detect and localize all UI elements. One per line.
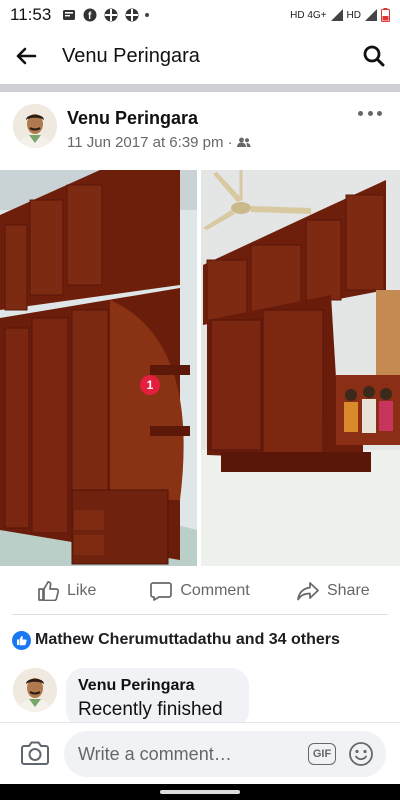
search-icon[interactable] xyxy=(348,30,400,82)
news-icon xyxy=(61,8,76,23)
reactions-text: Mathew Cherumuttadathu and 34 others xyxy=(35,631,340,648)
page-header: Venu Peringara xyxy=(0,30,400,82)
post-photo-1[interactable] xyxy=(0,170,197,566)
comment-placeholder: Write a comment… xyxy=(78,744,232,764)
post-photo-2[interactable] xyxy=(201,170,400,566)
arrow-left-icon[interactable] xyxy=(0,30,52,82)
game-icon xyxy=(124,8,139,23)
notification-icons: f xyxy=(61,8,150,23)
divider xyxy=(0,84,400,92)
post-meta: 11 Jun 2017 at 6:39 pm · xyxy=(67,134,251,151)
gif-button[interactable]: GIF xyxy=(308,743,336,765)
comment-input[interactable]: Write a comment… GIF xyxy=(64,731,386,777)
post-actions: Like Comment Share xyxy=(0,568,400,614)
more-options-icon[interactable] xyxy=(358,106,382,120)
like-label: Like xyxy=(66,582,97,599)
post-date[interactable]: 11 Jun 2017 at 6:39 pm · xyxy=(67,134,233,151)
battery-icon xyxy=(381,8,390,22)
signal-icon xyxy=(330,9,343,21)
like-button[interactable]: Like xyxy=(0,581,133,601)
comment-label: Comment xyxy=(180,582,250,599)
comment-bubble[interactable]: Venu Peringara Recently finished xyxy=(66,668,249,728)
comment-icon xyxy=(150,582,173,601)
avatar[interactable] xyxy=(13,668,57,712)
comment-item: Venu Peringara Recently finished xyxy=(0,664,400,728)
share-button[interactable]: Share xyxy=(267,581,400,601)
status-bar: 11:53 f HD 4G+ HD xyxy=(0,0,400,30)
notification-badge[interactable]: 1 xyxy=(140,375,160,395)
like-reaction-icon xyxy=(12,630,31,650)
emoji-icon[interactable] xyxy=(348,741,374,767)
friends-icon xyxy=(236,137,251,147)
comment-button[interactable]: Comment xyxy=(133,581,266,601)
page-title: Venu Peringara xyxy=(62,44,200,67)
network-label-2: HD xyxy=(346,9,361,21)
camera-icon[interactable] xyxy=(20,739,50,769)
share-icon xyxy=(297,582,319,601)
facebook-icon: f xyxy=(82,8,97,23)
status-time: 11:53 xyxy=(10,5,52,24)
comment-composer: Write a comment… GIF xyxy=(0,722,400,784)
post-author[interactable]: Venu Peringara xyxy=(67,108,198,129)
system-nav-bar xyxy=(0,784,400,800)
thumbs-up-icon xyxy=(38,581,59,601)
divider xyxy=(12,614,388,615)
avatar[interactable] xyxy=(13,104,57,148)
comment-text: Recently finished xyxy=(78,699,223,720)
network-label: HD 4G+ xyxy=(290,9,327,21)
signal-icon xyxy=(365,9,377,21)
comment-author[interactable]: Venu Peringara xyxy=(78,677,237,695)
game-icon xyxy=(103,8,118,23)
post-header: Venu Peringara 11 Jun 2017 at 6:39 pm · xyxy=(0,92,400,164)
dot-icon xyxy=(145,13,150,17)
reactions-summary[interactable]: Mathew Cherumuttadathu and 34 others xyxy=(12,628,340,652)
home-gesture-handle[interactable] xyxy=(160,790,240,794)
share-label: Share xyxy=(326,582,370,599)
post-photos: 1 xyxy=(0,170,400,566)
system-status: HD 4G+ HD xyxy=(290,8,390,22)
